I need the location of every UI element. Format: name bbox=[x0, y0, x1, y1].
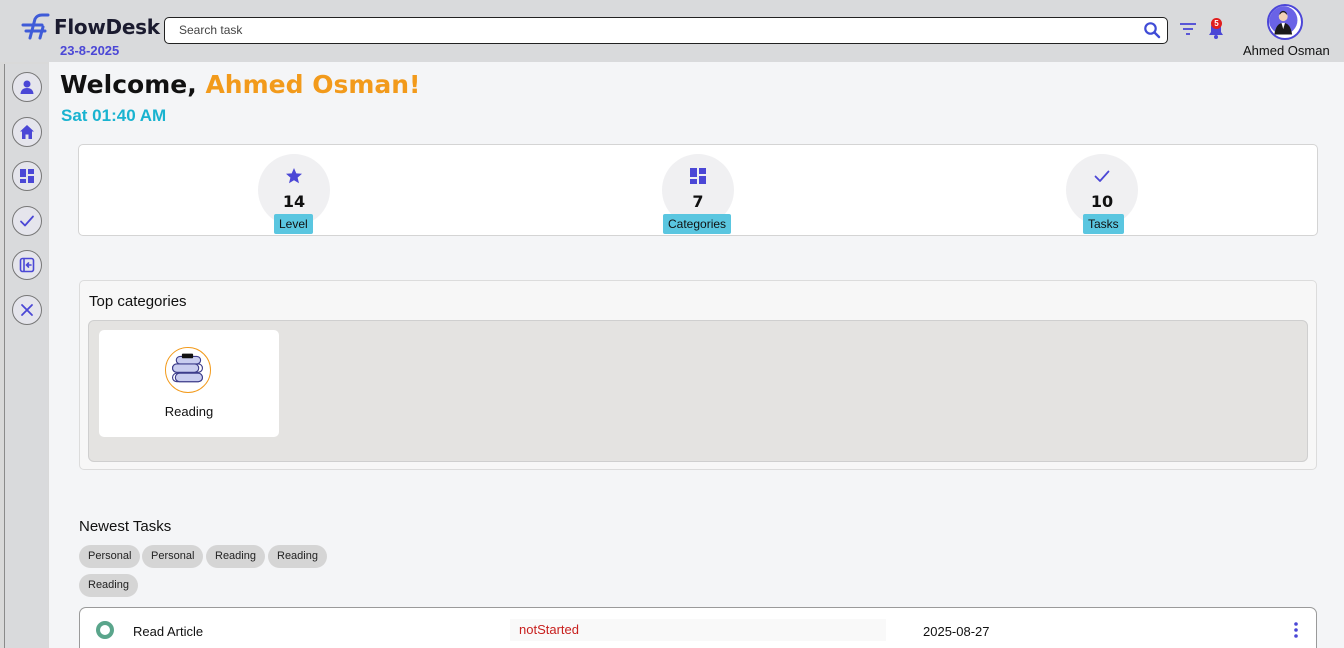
more-vertical-icon[interactable] bbox=[1292, 621, 1300, 639]
stats-card: 14 Level 7 Categories 10 Tasks bbox=[78, 144, 1318, 236]
stat-value: 7 bbox=[692, 192, 704, 211]
task-title: Read Article bbox=[133, 624, 204, 639]
sidebar bbox=[4, 64, 48, 648]
stat-label: Tasks bbox=[1083, 214, 1124, 234]
category-card[interactable]: Reading bbox=[99, 330, 279, 437]
close-icon bbox=[21, 304, 33, 316]
sidebar-item-dashboard[interactable] bbox=[12, 161, 42, 191]
sidebar-item-logout[interactable] bbox=[12, 250, 42, 280]
sidebar-item-close[interactable] bbox=[12, 295, 42, 325]
welcome-greeting: Welcome, bbox=[60, 70, 197, 99]
flowdesk-logo-icon bbox=[21, 13, 50, 40]
main-content: Welcome, Ahmed Osman! Sat 01:40 AM 14 Le… bbox=[49, 62, 1344, 648]
user-name[interactable]: Ahmed Osman bbox=[1243, 43, 1330, 58]
sidebar-item-profile[interactable] bbox=[12, 72, 42, 102]
star-icon bbox=[286, 168, 302, 184]
grid-icon bbox=[690, 168, 706, 184]
welcome-heading: Welcome, Ahmed Osman! bbox=[60, 70, 420, 99]
category-chip[interactable]: Reading bbox=[206, 545, 265, 568]
sidebar-item-tasks[interactable] bbox=[12, 206, 42, 236]
category-chip[interactable]: Personal bbox=[142, 545, 204, 568]
filter-icon[interactable] bbox=[1178, 20, 1198, 38]
books-icon bbox=[165, 347, 211, 393]
logout-icon bbox=[19, 257, 35, 273]
task-due-date: 2025-08-27 bbox=[923, 624, 990, 639]
top-categories-list: Reading bbox=[88, 320, 1308, 462]
stat-tasks: 10 Tasks bbox=[1066, 154, 1138, 234]
user-avatar-icon bbox=[1269, 6, 1298, 35]
current-time: Sat 01:40 AM bbox=[61, 106, 167, 125]
stat-categories: 7 Categories bbox=[662, 154, 734, 234]
category-chip[interactable]: Personal bbox=[79, 545, 141, 568]
task-status: notStarted bbox=[510, 619, 886, 641]
home-icon bbox=[20, 125, 34, 139]
newest-tasks-title: Newest Tasks bbox=[79, 518, 172, 535]
welcome-user-name: Ahmed Osman! bbox=[205, 70, 421, 99]
check-icon bbox=[20, 215, 34, 227]
category-chip[interactable]: Reading bbox=[268, 545, 327, 568]
top-bar: FlowDesk 23-8-2025 5 Ahmed Osman bbox=[0, 0, 1344, 62]
table-row[interactable]: Read Article notStarted 2025-08-27 bbox=[79, 607, 1317, 648]
category-chip[interactable]: Reading bbox=[79, 574, 138, 597]
category-label: Reading bbox=[164, 404, 214, 419]
stat-label: Categories bbox=[663, 214, 732, 234]
search-bar bbox=[164, 17, 1168, 44]
search-icon[interactable] bbox=[1143, 21, 1161, 39]
stat-value: 14 bbox=[282, 192, 306, 211]
search-input[interactable] bbox=[179, 23, 1119, 37]
notification-count-badge: 5 bbox=[1211, 18, 1222, 29]
current-date: 23-8-2025 bbox=[60, 43, 120, 58]
stat-level: 14 Level bbox=[258, 154, 330, 234]
stat-value: 10 bbox=[1090, 192, 1114, 211]
stat-label: Level bbox=[274, 214, 313, 234]
check-icon bbox=[1094, 170, 1110, 182]
top-categories-title: Top categories bbox=[89, 293, 187, 310]
top-categories-section: Top categories Reading bbox=[79, 280, 1317, 470]
sidebar-item-home[interactable] bbox=[12, 117, 42, 147]
profile-icon bbox=[20, 80, 34, 94]
brand-name: FlowDesk bbox=[54, 15, 160, 39]
task-status-ring-icon[interactable] bbox=[96, 621, 114, 639]
dashboard-icon bbox=[20, 169, 34, 183]
brand[interactable]: FlowDesk bbox=[20, 13, 160, 41]
avatar[interactable] bbox=[1267, 4, 1303, 40]
